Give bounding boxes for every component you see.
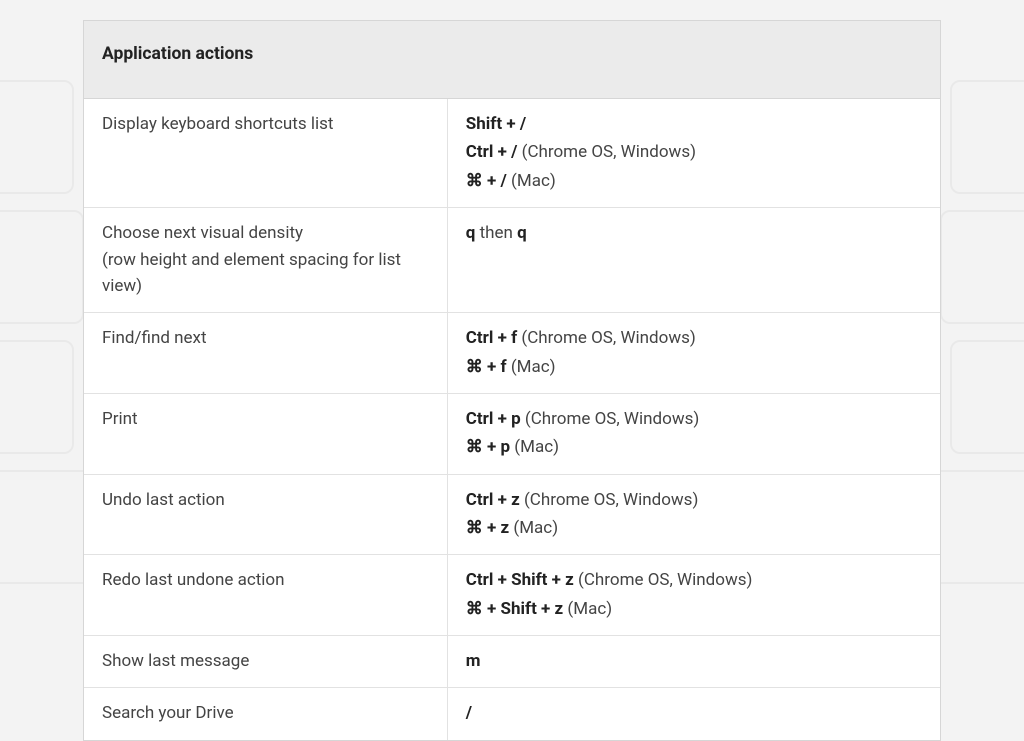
table-row: PrintCtrl + p (Chrome OS, Windows)⌘ + p … xyxy=(84,394,940,475)
table-row: Undo last action Ctrl + z (Chrome OS, Win… xyxy=(84,475,940,556)
shortcut-cell: m xyxy=(448,636,940,687)
shortcut-keys: / xyxy=(466,703,472,723)
shortcut-context: (Mac) xyxy=(510,437,559,457)
action-label: Search your Drive xyxy=(102,703,234,723)
shortcut-cell: / xyxy=(448,688,940,739)
shortcut-cell: Ctrl + z (Chrome OS, Windows)⌘ + z (Mac) xyxy=(448,475,940,555)
shortcut-keys: ⌘ + f xyxy=(466,357,507,377)
shortcut-cell: q then q xyxy=(448,208,940,312)
shortcut-cell: Ctrl + p (Chrome OS, Windows)⌘ + p (Mac) xyxy=(448,394,940,474)
shortcut-context: (Chrome OS, Windows) xyxy=(521,409,700,429)
shortcut-context: (Chrome OS, Windows) xyxy=(517,328,696,348)
shortcut-keys: Shift + / xyxy=(466,114,526,134)
table-row: Choose next visual density (row height an… xyxy=(84,208,940,313)
shortcut-line: Ctrl + z (Chrome OS, Windows) xyxy=(466,487,922,513)
shortcut-line: Ctrl + / (Chrome OS, Windows) xyxy=(466,139,922,165)
action-label: Find/find next xyxy=(102,328,207,348)
shortcut-keys: Ctrl + z xyxy=(466,490,520,510)
shortcut-line: ⌘ + z (Mac) xyxy=(466,515,922,541)
shortcut-line: ⌘ + / (Mac) xyxy=(466,168,922,194)
action-sublabel: (row height and element spacing for list… xyxy=(102,247,429,300)
shortcut-line: ⌘ + f (Mac) xyxy=(466,354,922,380)
shortcut-context: (Mac) xyxy=(507,171,556,191)
shortcut-keys: ⌘ + z xyxy=(466,518,509,538)
shortcut-keys: ⌘ + Shift + z xyxy=(466,599,563,619)
shortcut-keys: ⌘ + / xyxy=(466,171,507,191)
shortcut-line: Ctrl + Shift + z (Chrome OS, Windows) xyxy=(466,567,922,593)
table-row: Show last message m xyxy=(84,636,940,688)
shortcut-line: Shift + / xyxy=(466,111,922,137)
shortcut-cell: Ctrl + f (Chrome OS, Windows) ⌘ + f (Mac) xyxy=(448,313,940,393)
action-label: Show last message xyxy=(102,651,249,671)
shortcut-context: (Mac) xyxy=(507,357,556,377)
action-label: Print xyxy=(102,409,138,429)
shortcut-separator: then xyxy=(475,223,517,243)
shortcut-line: q then q xyxy=(466,220,922,246)
shortcut-line: Ctrl + p (Chrome OS, Windows) xyxy=(466,406,922,432)
shortcut-line: / xyxy=(466,700,922,726)
shortcuts-table: Display keyboard shortcuts list Shift + /… xyxy=(84,99,940,740)
shortcut-keys: m xyxy=(466,651,481,671)
panel-header: Application actions xyxy=(84,21,940,99)
action-cell: Show last message xyxy=(84,636,448,687)
shortcut-context: (Chrome OS, Windows) xyxy=(574,570,753,590)
action-cell: Find/find next xyxy=(84,313,448,393)
table-row: Find/find next Ctrl + f (Chrome OS, Windo… xyxy=(84,313,940,394)
shortcut-cell: Ctrl + Shift + z (Chrome OS, Windows) ⌘ +… xyxy=(448,555,940,635)
action-cell: Search your Drive xyxy=(84,688,448,739)
shortcut-line: Ctrl + f (Chrome OS, Windows) xyxy=(466,325,922,351)
action-label: Undo last action xyxy=(102,490,225,510)
shortcut-cell: Shift + / Ctrl + / (Chrome OS, Windows) ⌘ … xyxy=(448,99,940,207)
shortcut-keys: Ctrl + / xyxy=(466,142,518,162)
shortcut-line: ⌘ + Shift + z (Mac) xyxy=(466,596,922,622)
shortcut-context: (Chrome OS, Windows) xyxy=(520,490,699,510)
shortcut-context: (Chrome OS, Windows) xyxy=(517,142,696,162)
shortcut-context: (Mac) xyxy=(563,599,612,619)
action-cell: Redo last undone action xyxy=(84,555,448,635)
table-row: Search your Drive / xyxy=(84,688,940,739)
shortcut-keys: Ctrl + p xyxy=(466,409,521,429)
shortcuts-panel: Application actions Display keyboard sho… xyxy=(83,20,941,741)
shortcut-keys: Ctrl + Shift + z xyxy=(466,570,574,590)
table-row: Redo last undone action Ctrl + Shift + z … xyxy=(84,555,940,636)
shortcut-keys: q xyxy=(466,223,476,243)
shortcut-context: (Mac) xyxy=(509,518,558,538)
shortcut-keys: Ctrl + f xyxy=(466,328,517,348)
action-label: Choose next visual density xyxy=(102,223,303,243)
action-cell: Undo last action xyxy=(84,475,448,555)
shortcut-line: ⌘ + p (Mac) xyxy=(466,434,922,460)
action-cell: Display keyboard shortcuts list xyxy=(84,99,448,207)
action-label: Redo last undone action xyxy=(102,570,285,590)
table-row: Display keyboard shortcuts list Shift + /… xyxy=(84,99,940,208)
shortcut-keys: ⌘ + p xyxy=(466,437,510,457)
shortcut-line: m xyxy=(466,648,922,674)
action-cell: Print xyxy=(84,394,448,474)
action-cell: Choose next visual density (row height an… xyxy=(84,208,448,312)
action-label: Display keyboard shortcuts list xyxy=(102,114,333,134)
shortcut-keys: q xyxy=(517,223,527,243)
